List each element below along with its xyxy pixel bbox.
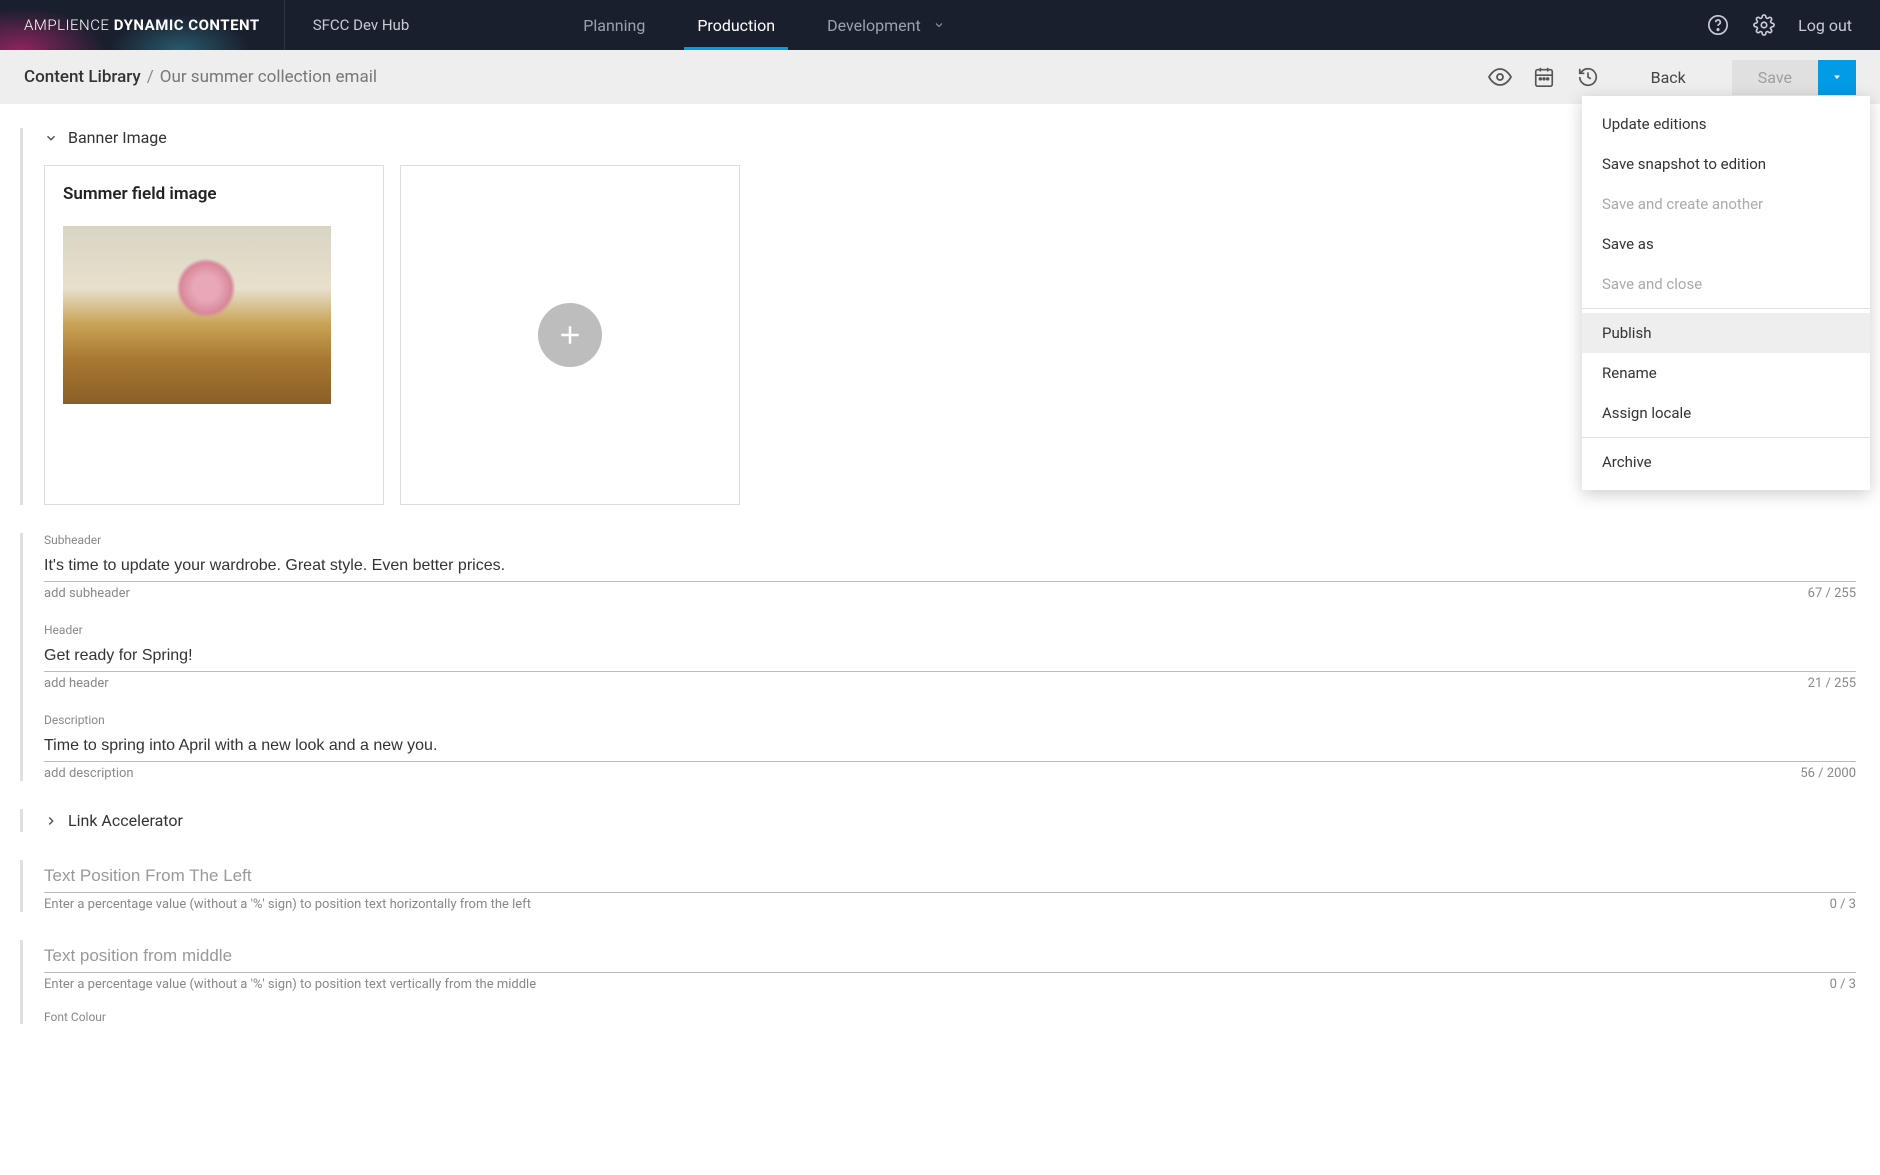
hub-name: SFCC Dev Hub xyxy=(285,16,438,34)
text-pos-middle-input[interactable] xyxy=(44,940,1856,973)
field-header: Header add header 21 / 255 xyxy=(44,623,1856,691)
breadcrumb-root[interactable]: Content Library xyxy=(24,67,141,87)
image-card-title: Summer field image xyxy=(63,184,365,204)
image-card[interactable]: Summer field image xyxy=(44,165,384,505)
header-hint: add header xyxy=(44,676,109,691)
subbar-actions: Back Save xyxy=(1487,60,1856,95)
back-button[interactable]: Back xyxy=(1629,60,1708,95)
field-description: Description add description 56 / 2000 xyxy=(44,713,1856,781)
font-colour-label: Font Colour xyxy=(44,1010,1856,1024)
text-pos-left-input[interactable] xyxy=(44,860,1856,893)
calendar-icon[interactable] xyxy=(1531,64,1557,90)
menu-save-as[interactable]: Save as xyxy=(1582,224,1870,264)
description-hint: add description xyxy=(44,766,134,781)
eye-icon[interactable] xyxy=(1487,64,1513,90)
field-text-pos-middle: Enter a percentage value (without a '%' … xyxy=(44,940,1856,992)
section-subheader: Subheader add subheader 67 / 255 Header … xyxy=(20,533,1856,781)
logout-link[interactable]: Log out xyxy=(1798,16,1852,35)
header-label: Header xyxy=(44,623,1856,637)
text-pos-middle-count: 0 / 3 xyxy=(1830,977,1856,992)
menu-rename[interactable]: Rename xyxy=(1582,353,1870,393)
subheader-input[interactable] xyxy=(44,551,1856,582)
subheader-count: 67 / 255 xyxy=(1808,586,1856,601)
text-pos-middle-hint: Enter a percentage value (without a '%' … xyxy=(44,977,536,992)
menu-save-close: Save and close xyxy=(1582,264,1870,304)
link-accelerator-title: Link Accelerator xyxy=(68,811,183,830)
section-banner-image: Banner Image Summer field image xyxy=(20,128,1856,505)
menu-archive[interactable]: Archive xyxy=(1582,442,1870,482)
history-icon[interactable] xyxy=(1575,64,1601,90)
brand-logo: AMPLIENCE DYNAMIC CONTENT xyxy=(0,0,285,50)
save-button[interactable]: Save xyxy=(1732,60,1818,95)
section-link-accelerator: Link Accelerator xyxy=(20,809,1856,832)
top-navbar: AMPLIENCE DYNAMIC CONTENT SFCC Dev Hub P… xyxy=(0,0,1880,50)
add-icon xyxy=(538,303,602,367)
image-thumbnail xyxy=(63,226,331,404)
chevron-down-icon xyxy=(933,19,945,31)
chevron-right-icon xyxy=(44,814,58,828)
nav-tabs: Planning Production Development xyxy=(557,0,970,50)
tab-production[interactable]: Production xyxy=(671,0,801,50)
breadcrumb-current: Our summer collection email xyxy=(160,67,377,87)
description-count: 56 / 2000 xyxy=(1800,766,1856,781)
menu-save-snapshot[interactable]: Save snapshot to edition xyxy=(1582,144,1870,184)
breadcrumb-sep: / xyxy=(147,67,154,87)
section-banner-title: Banner Image xyxy=(68,128,167,147)
menu-update-editions[interactable]: Update editions xyxy=(1582,104,1870,144)
save-dropdown-menu: Update editions Save snapshot to edition… xyxy=(1582,96,1870,490)
help-icon[interactable] xyxy=(1706,13,1730,37)
add-image-card[interactable] xyxy=(400,165,740,505)
chevron-down-icon xyxy=(44,131,58,145)
brand-light: AMPLIENCE xyxy=(24,16,109,34)
field-subheader: Subheader add subheader 67 / 255 xyxy=(44,533,1856,601)
tab-planning[interactable]: Planning xyxy=(557,0,671,50)
menu-assign-locale[interactable]: Assign locale xyxy=(1582,393,1870,433)
field-text-pos-left: Enter a percentage value (without a '%' … xyxy=(44,860,1856,912)
brand-bold: DYNAMIC CONTENT xyxy=(114,16,260,34)
save-button-group: Save xyxy=(1732,60,1856,95)
text-pos-left-count: 0 / 3 xyxy=(1830,897,1856,912)
header-input[interactable] xyxy=(44,641,1856,672)
gear-icon[interactable] xyxy=(1752,13,1776,37)
menu-publish[interactable]: Publish xyxy=(1582,313,1870,353)
description-input[interactable] xyxy=(44,731,1856,762)
topbar-right: Log out xyxy=(1706,0,1880,50)
section-text-pos-left: Enter a percentage value (without a '%' … xyxy=(20,860,1856,912)
subheader-hint: add subheader xyxy=(44,586,130,601)
section-text-pos-middle: Enter a percentage value (without a '%' … xyxy=(20,940,1856,1024)
menu-separator xyxy=(1582,308,1870,309)
description-label: Description xyxy=(44,713,1856,727)
save-dropdown-toggle[interactable] xyxy=(1818,60,1856,95)
header-count: 21 / 255 xyxy=(1808,676,1856,691)
text-pos-left-hint: Enter a percentage value (without a '%' … xyxy=(44,897,531,912)
subheader-label: Subheader xyxy=(44,533,1856,547)
link-accelerator-toggle[interactable]: Link Accelerator xyxy=(44,811,1856,830)
menu-separator xyxy=(1582,437,1870,438)
tab-development[interactable]: Development xyxy=(801,0,971,50)
menu-save-create-another: Save and create another xyxy=(1582,184,1870,224)
